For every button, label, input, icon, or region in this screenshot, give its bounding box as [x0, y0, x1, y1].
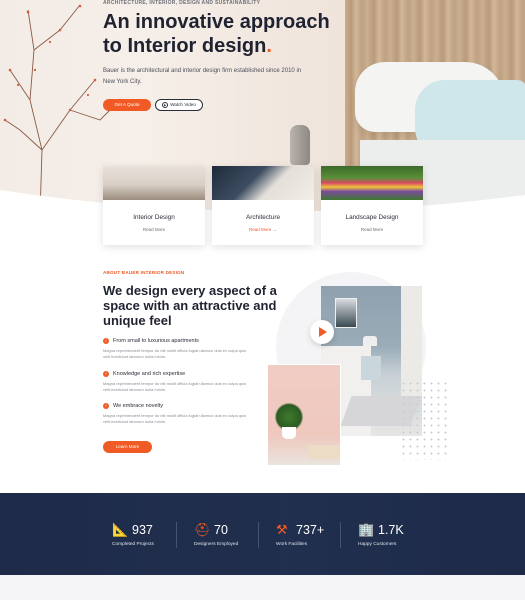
lamp [363, 336, 377, 346]
stat-label: Designers Employed [194, 542, 239, 547]
next-section [0, 575, 525, 600]
feature-heading: From small to luxurious apartments [113, 338, 199, 344]
feature-item: ✓ Knowledge and rich expertise Magna repr… [103, 371, 248, 393]
nightstand [361, 356, 381, 380]
stat-projects: 📐 937 Completed Projects [112, 522, 202, 552]
interior-image [103, 166, 205, 200]
stat-divider [258, 522, 259, 548]
feature-item: ✓ From small to luxurious apartments Magn… [103, 338, 248, 360]
hero-description: Bauer is the architectural and interior … [103, 68, 302, 85]
read-more-link[interactable]: Read More [103, 227, 205, 232]
vase [290, 125, 310, 165]
bench [308, 445, 340, 459]
stat-number: 70 [214, 523, 228, 537]
feature-heading: Knowledge and rich expertise [113, 371, 186, 377]
check-icon: ✓ [103, 403, 109, 409]
hero-title-line1: An innovative approach [103, 11, 330, 33]
service-title: Interior Design [133, 214, 175, 221]
dot-pattern [400, 380, 450, 460]
check-icon: ✓ [103, 371, 109, 377]
about-title-design: design [125, 283, 168, 298]
stat-customers: 🏢 1.7K Happy Customers [358, 522, 448, 552]
hero-title-bold: Interior design [127, 35, 267, 57]
stat-label: Work Facilities [276, 542, 308, 547]
read-more-link[interactable]: Read More [321, 227, 423, 232]
hero-title-prefix: to [103, 35, 128, 57]
video-play-button[interactable] [310, 320, 334, 344]
about-title-we: We [103, 283, 126, 298]
play-icon [319, 327, 327, 337]
feature-item: ✓ We embrace novelty Magna reprehenderit … [103, 403, 248, 425]
feature-heading: We embrace novelty [113, 403, 164, 409]
stat-divider [176, 522, 177, 548]
watch-video-button[interactable]: ▶ Watch Video [155, 99, 203, 111]
stat-number: 1.7K [378, 523, 404, 537]
tools-icon: ⚒ [276, 522, 288, 537]
stat-label: Completed Projects [112, 542, 154, 547]
play-icon: ▶ [162, 101, 169, 108]
architecture-image [212, 166, 314, 200]
learn-more-button[interactable]: Learn More [103, 441, 152, 453]
hero-tagline: Architecture, Interior, Design and Susta… [103, 0, 261, 6]
service-title: Landscape Design [345, 214, 399, 221]
stat-divider [340, 522, 341, 548]
check-icon: ✓ [103, 338, 109, 344]
helmet-icon: ⛑ [194, 522, 211, 537]
building-icon: 🏢 [358, 522, 375, 537]
stat-number: 937 [132, 523, 153, 537]
landscape-image [321, 166, 423, 200]
hero-title: An innovative approach to Interior desig… [103, 10, 330, 58]
ruler-pencil-icon: 📐 [112, 522, 129, 537]
service-card-landscape[interactable]: Landscape Design Read More [321, 166, 423, 245]
service-card-architecture[interactable]: Architecture Read More → [212, 166, 314, 245]
about-title-unique: unique feel [103, 313, 172, 328]
about-title: We design every aspect of a space with a… [103, 283, 278, 328]
stat-label: Happy Customers [358, 542, 397, 547]
pot [282, 427, 296, 439]
feature-text: Magna reprehenderit tempor do elit molli… [103, 413, 247, 424]
watch-video-label: Watch Video [170, 102, 196, 107]
service-title: Architecture [245, 214, 281, 221]
stat-number: 737+ [296, 523, 325, 537]
feature-text: Magna reprehenderit tempor do elit molli… [103, 348, 247, 359]
stat-designers: ⛑ 70 Designers Employed [194, 522, 284, 552]
service-card-interior[interactable]: Interior Design Read More [103, 166, 205, 245]
plant-image [267, 364, 341, 466]
feature-text: Magna reprehenderit tempor do elit molli… [103, 381, 247, 392]
about-tag: About Bauer Interior Design [103, 270, 185, 275]
get-quote-button[interactable]: Get A Quote [103, 99, 151, 111]
read-more-link[interactable]: Read More → [212, 227, 314, 232]
wall-frame [335, 298, 357, 328]
hero-title-dot: . [266, 35, 272, 57]
stat-facilities: ⚒ 737+ Work Facilities [276, 522, 366, 552]
